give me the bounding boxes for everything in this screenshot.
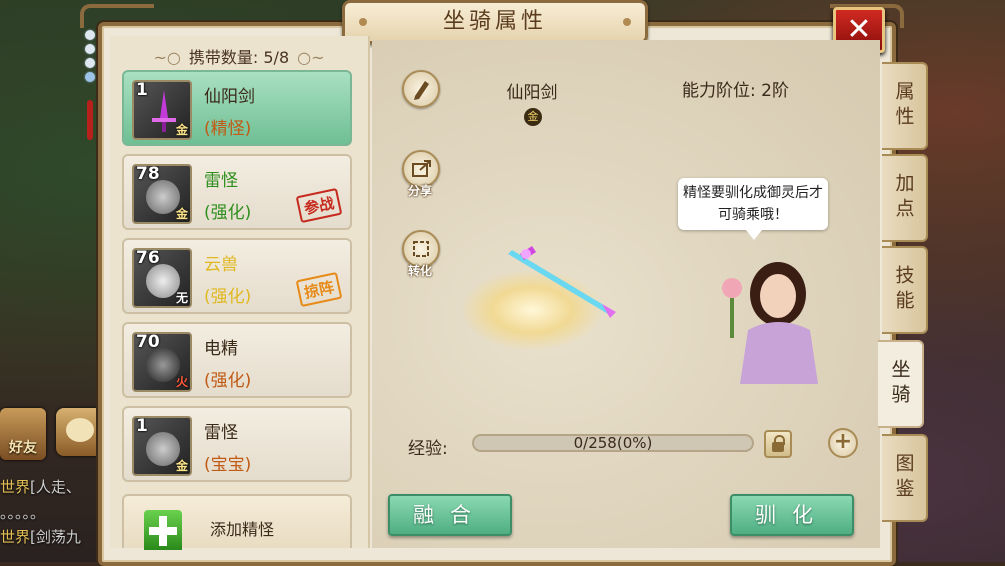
- pencil-icon: [414, 81, 429, 100]
- convert-label: 转化: [407, 264, 432, 278]
- chat-line[interactable]: 世界[剑荡九: [0, 526, 81, 548]
- add-mount-button[interactable]: 添加精怪: [122, 494, 352, 550]
- chat-line[interactable]: 世界[人走、: [0, 476, 81, 498]
- mount-card[interactable]: 1金 雷怪 (宝宝): [122, 406, 352, 482]
- bead-ornament: [83, 30, 97, 140]
- battle-stamp: 参战: [295, 187, 343, 224]
- mount-quality: (强化): [204, 287, 252, 307]
- mount-avatar: 70 火: [132, 332, 192, 392]
- chat-line[interactable]: 。。。。。: [0, 502, 45, 524]
- friends-label: 好友: [9, 440, 37, 456]
- mount-quality: (精怪): [204, 119, 252, 139]
- support-stamp: 掠阵: [295, 271, 343, 308]
- mount-name: 仙阳剑: [204, 87, 255, 107]
- share-label: 分享: [407, 184, 432, 198]
- exp-progress-bar: 0/258(0%): [472, 434, 754, 452]
- mount-quality: (强化): [204, 203, 252, 223]
- tab-skills[interactable]: 技能: [882, 246, 928, 334]
- chat-button[interactable]: [56, 408, 104, 456]
- mount-name: 雷怪: [204, 423, 238, 443]
- mount-avatar: 1金: [132, 80, 192, 140]
- mount-card[interactable]: 76 无 云兽 (强化) 掠阵: [122, 238, 352, 314]
- npc-speech-bubble: 精怪要驯化成御灵后才可骑乘哦！: [678, 178, 828, 240]
- mount-card[interactable]: 70 火 电精 (强化): [122, 322, 352, 398]
- frame-ornament: [80, 4, 154, 28]
- chat-bubble-icon: [66, 418, 94, 442]
- exp-value: 0/258(0%): [573, 434, 653, 452]
- mount-name: 云兽: [204, 255, 238, 275]
- mount-name: 电精: [204, 339, 238, 359]
- convert-icon: [413, 241, 429, 257]
- mount-sword-model: [508, 246, 616, 318]
- mount-avatar: 1金: [132, 416, 192, 476]
- tame-button[interactable]: 驯化: [730, 494, 854, 536]
- exp-label: 经验:: [408, 439, 448, 459]
- add-exp-button[interactable]: +: [828, 428, 858, 458]
- fuse-button[interactable]: 融合: [388, 494, 512, 536]
- ability-rank: 能力阶位: 2阶: [682, 81, 789, 101]
- mount-avatar: 78 金: [132, 164, 192, 224]
- friends-button[interactable]: 好友: [0, 408, 46, 460]
- mount-name: 雷怪: [204, 171, 238, 191]
- tab-codex[interactable]: 图鉴: [882, 434, 928, 522]
- grade-badge: 金: [524, 108, 542, 126]
- share-icon: [412, 160, 431, 177]
- mount-quality: (强化): [204, 371, 252, 391]
- plus-icon: [144, 510, 182, 550]
- tab-mount[interactable]: 坐骑: [878, 340, 924, 428]
- mount-quality: (宝宝): [204, 455, 252, 475]
- panel-title: 坐骑属性: [342, 0, 648, 44]
- mount-avatar: 76 无: [132, 248, 192, 308]
- mount-card[interactable]: 78 金 雷怪 (强化) 参战: [122, 154, 352, 230]
- rename-button[interactable]: [402, 70, 440, 108]
- carry-count: ~○ 携带数量: 5/8 ○~: [153, 48, 325, 67]
- mount-list: ~○ 携带数量: 5/8 ○~ 1金 仙阳剑 (精怪) 78 金 雷怪 (强化) 参战…: [110, 36, 370, 550]
- mount-card[interactable]: 1金 仙阳剑 (精怪): [122, 70, 352, 146]
- npc-girl-portrait: [722, 262, 818, 384]
- tab-attributes[interactable]: 属性: [882, 62, 928, 150]
- mount-detail: 分享 转化 仙阳剑 金 能力阶位: 2阶 精怪要驯化成御灵后才可骑乘哦！ 经验:…: [372, 40, 880, 548]
- lock-button[interactable]: [764, 430, 792, 458]
- tab-points[interactable]: 加点: [882, 154, 928, 242]
- mount-title: 仙阳剑: [506, 83, 558, 103]
